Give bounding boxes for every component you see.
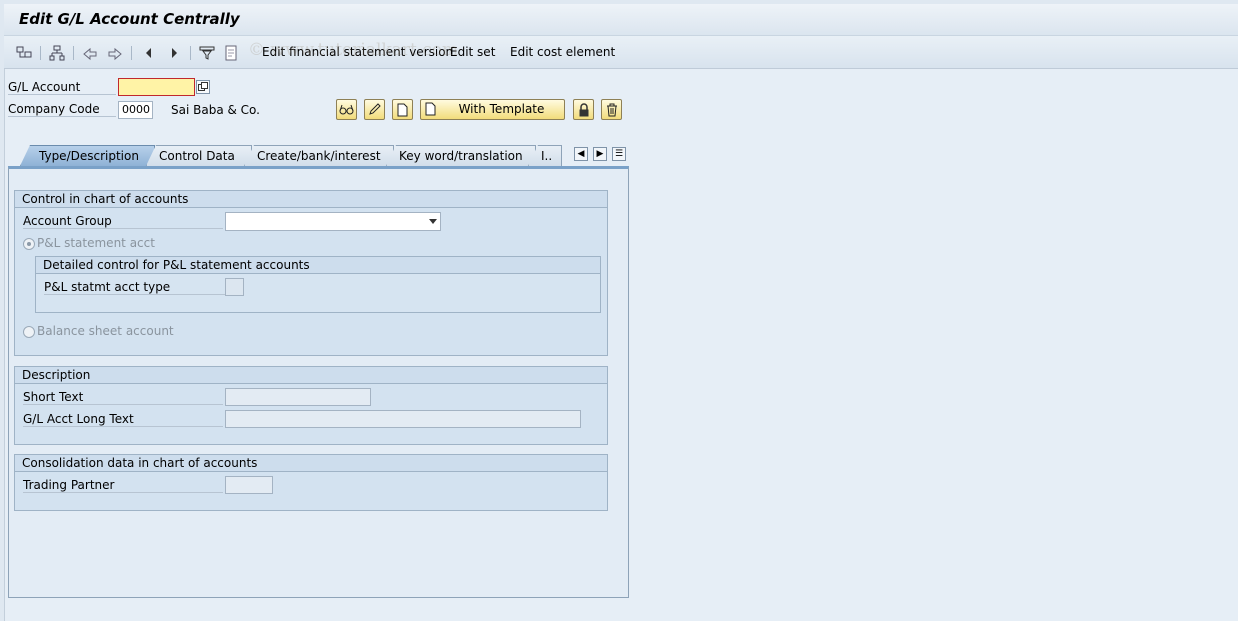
info-icon[interactable]	[223, 45, 239, 61]
pencil-icon	[368, 103, 381, 119]
pl-statement-radio[interactable]	[23, 238, 35, 250]
tab-label: Create/bank/interest	[257, 149, 381, 163]
trading-partner-input[interactable]	[225, 476, 273, 494]
toolbar-separator	[73, 46, 74, 60]
application-toolbar: Edit financial statement version Edit se…	[4, 36, 1238, 69]
template-document-icon	[425, 102, 436, 122]
previous-icon[interactable]	[141, 45, 157, 61]
balance-sheet-label: Balance sheet account	[37, 324, 174, 338]
control-group-heading: Control in chart of accounts	[15, 191, 607, 208]
delete-button[interactable]	[601, 99, 622, 120]
tab-create-bank-interest[interactable]: Create/bank/interest	[244, 145, 394, 166]
page-title: Edit G/L Account Centrally	[19, 10, 240, 28]
title-bar: Edit G/L Account Centrally	[4, 4, 1238, 36]
trash-icon	[606, 103, 618, 120]
tab-label: Key word/translation	[399, 149, 523, 163]
pl-type-label: P&L statmt acct type	[44, 280, 226, 295]
balance-sheet-radio[interactable]	[23, 326, 35, 338]
consolidation-heading: Consolidation data in chart of accounts	[15, 455, 607, 472]
display-button[interactable]	[336, 99, 357, 120]
tab-strip: Type/Description Control Data Create/ban…	[8, 145, 630, 167]
tab-label: Control Data	[159, 149, 235, 163]
hierarchy-icon[interactable]	[16, 45, 32, 61]
create-button[interactable]	[392, 99, 413, 120]
long-text-input[interactable]	[225, 410, 581, 428]
gl-account-label: G/L Account	[8, 80, 116, 95]
description-group: Description Short Text G/L Acct Long Tex…	[14, 366, 608, 445]
next-icon[interactable]	[166, 45, 182, 61]
chevron-down-icon	[429, 219, 437, 224]
detailed-control-group: Detailed control for P&L statement accou…	[35, 256, 601, 313]
company-name: Sai Baba & Co.	[171, 103, 260, 117]
tab-control-data[interactable]: Control Data	[146, 145, 252, 166]
trading-partner-label: Trading Partner	[23, 478, 223, 493]
edit-set-link[interactable]: Edit set	[450, 45, 495, 59]
company-code-input[interactable]: 0000	[118, 101, 153, 119]
tab-type-description[interactable]: Type/Description	[20, 145, 155, 166]
block-button[interactable]	[573, 99, 594, 120]
detailed-control-heading: Detailed control for P&L statement accou…	[36, 257, 600, 274]
pl-type-input[interactable]	[225, 278, 244, 296]
filter-icon[interactable]	[199, 45, 215, 61]
tab-scroll-left-icon[interactable]: ◀	[574, 147, 588, 161]
description-heading: Description	[15, 367, 607, 384]
document-tree-icon[interactable]	[49, 45, 65, 61]
tab-label: Type/Description	[39, 149, 139, 163]
new-document-icon	[397, 103, 408, 120]
consolidation-group: Consolidation data in chart of accounts …	[14, 454, 608, 511]
control-group: Control in chart of accounts Account Gro…	[14, 190, 608, 356]
glasses-icon	[339, 104, 354, 119]
edit-fs-version-link[interactable]: Edit financial statement version	[262, 45, 453, 59]
account-group-label: Account Group	[23, 214, 223, 229]
tab-panel: Control in chart of accounts Account Gro…	[8, 166, 629, 598]
tab-list-icon[interactable]: ☰	[612, 147, 626, 161]
tab-key-word-translation[interactable]: Key word/translation	[386, 145, 536, 166]
account-group-select[interactable]	[225, 212, 441, 231]
tab-scroll-right-icon[interactable]: ▶	[593, 147, 607, 161]
back-icon[interactable]	[82, 45, 98, 61]
with-template-button[interactable]: With Template	[420, 99, 565, 120]
copy-icon[interactable]	[196, 80, 210, 94]
tab-label: I..	[541, 149, 553, 163]
forward-icon[interactable]	[107, 45, 123, 61]
short-text-label: Short Text	[23, 390, 223, 405]
company-code-label: Company Code	[8, 102, 116, 117]
pl-statement-label: P&L statement acct	[37, 236, 155, 250]
gl-account-input[interactable]	[118, 78, 195, 96]
edit-cost-element-link[interactable]: Edit cost element	[510, 45, 615, 59]
toolbar-separator	[131, 46, 132, 60]
toolbar-separator	[190, 46, 191, 60]
lock-icon	[578, 103, 590, 120]
change-button[interactable]	[364, 99, 385, 120]
short-text-input[interactable]	[225, 388, 371, 406]
with-template-label: With Template	[458, 102, 545, 116]
toolbar-separator	[40, 46, 41, 60]
long-text-label: G/L Acct Long Text	[23, 412, 223, 427]
